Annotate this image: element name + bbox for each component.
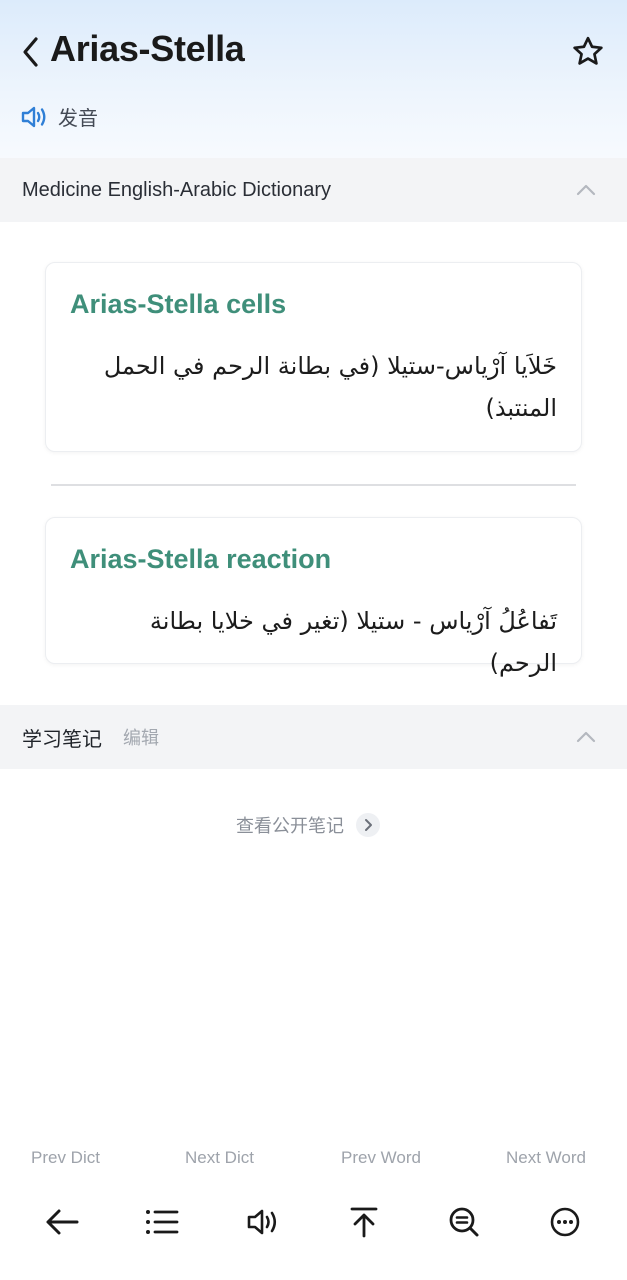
entry-definition: خَلاَيا آرْياس-ستيلا (في بطانة الرحم في … — [103, 352, 557, 422]
back-button[interactable] — [16, 34, 46, 70]
search-button[interactable] — [440, 1198, 488, 1246]
entry-term: Arias-Stella reaction — [70, 544, 332, 574]
dictionary-name: Medicine English-Arabic Dictionary — [22, 178, 332, 201]
more-button[interactable] — [541, 1198, 589, 1246]
dictionary-section-header[interactable]: Medicine English-Arabic Dictionary — [0, 158, 627, 222]
speak-button[interactable] — [239, 1198, 287, 1246]
bottom-toolbar — [0, 1198, 627, 1248]
back-toolbar-button[interactable] — [38, 1198, 86, 1246]
entry-card: Arias-Stella reaction تَفاعُلُ آرْياس - … — [45, 517, 582, 677]
next-dict-button[interactable]: Next Dict — [185, 1148, 254, 1168]
scroll-to-top-button[interactable] — [340, 1198, 388, 1246]
chevron-right-icon — [365, 819, 372, 831]
favorite-button[interactable] — [568, 32, 608, 72]
view-public-notes-link[interactable]: 查看公开笔记 — [236, 812, 380, 838]
notes-edit-button[interactable]: 编辑 — [123, 724, 159, 750]
speaker-icon — [247, 1209, 277, 1235]
pronounce-button[interactable]: 发音 — [20, 102, 98, 131]
chevron-up-icon — [576, 184, 596, 196]
chevron-left-icon — [23, 37, 38, 67]
next-word-button[interactable]: Next Word — [506, 1148, 586, 1168]
view-public-notes-label: 查看公开笔记 — [236, 816, 344, 837]
prev-word-button[interactable]: Prev Word — [341, 1148, 421, 1168]
entry-card: Arias-Stella cells خَلاَيا آرْياس-ستيلا … — [45, 262, 582, 452]
chevron-right-circle — [356, 813, 380, 837]
prev-dict-button[interactable]: Prev Dict — [31, 1148, 100, 1168]
chevron-up-icon — [576, 731, 596, 743]
scroll-to-top-icon — [350, 1207, 378, 1238]
speaker-icon — [21, 106, 46, 127]
star-icon — [573, 36, 603, 65]
list-icon — [146, 1210, 179, 1234]
arrow-left-icon — [46, 1209, 79, 1235]
dict-word-navigation: Prev Dict Next Dict Prev Word Next Word — [0, 1148, 627, 1174]
entry-definition: تَفاعُلُ آرْياس - ستيلا (تغير في خلايا ب… — [149, 607, 557, 677]
pronounce-label: 发音 — [58, 106, 98, 130]
list-button[interactable] — [138, 1198, 186, 1246]
notes-section-header[interactable]: 学习笔记 编辑 — [0, 705, 627, 769]
search-zoom-icon — [449, 1207, 479, 1237]
word-header: Arias-Stella 发音 — [0, 0, 627, 158]
word-title: Arias-Stella — [50, 28, 245, 69]
notes-title: 学习笔记 — [22, 726, 102, 751]
entry-divider — [51, 484, 576, 486]
more-icon — [550, 1207, 580, 1237]
entry-term: Arias-Stella cells — [70, 289, 287, 319]
